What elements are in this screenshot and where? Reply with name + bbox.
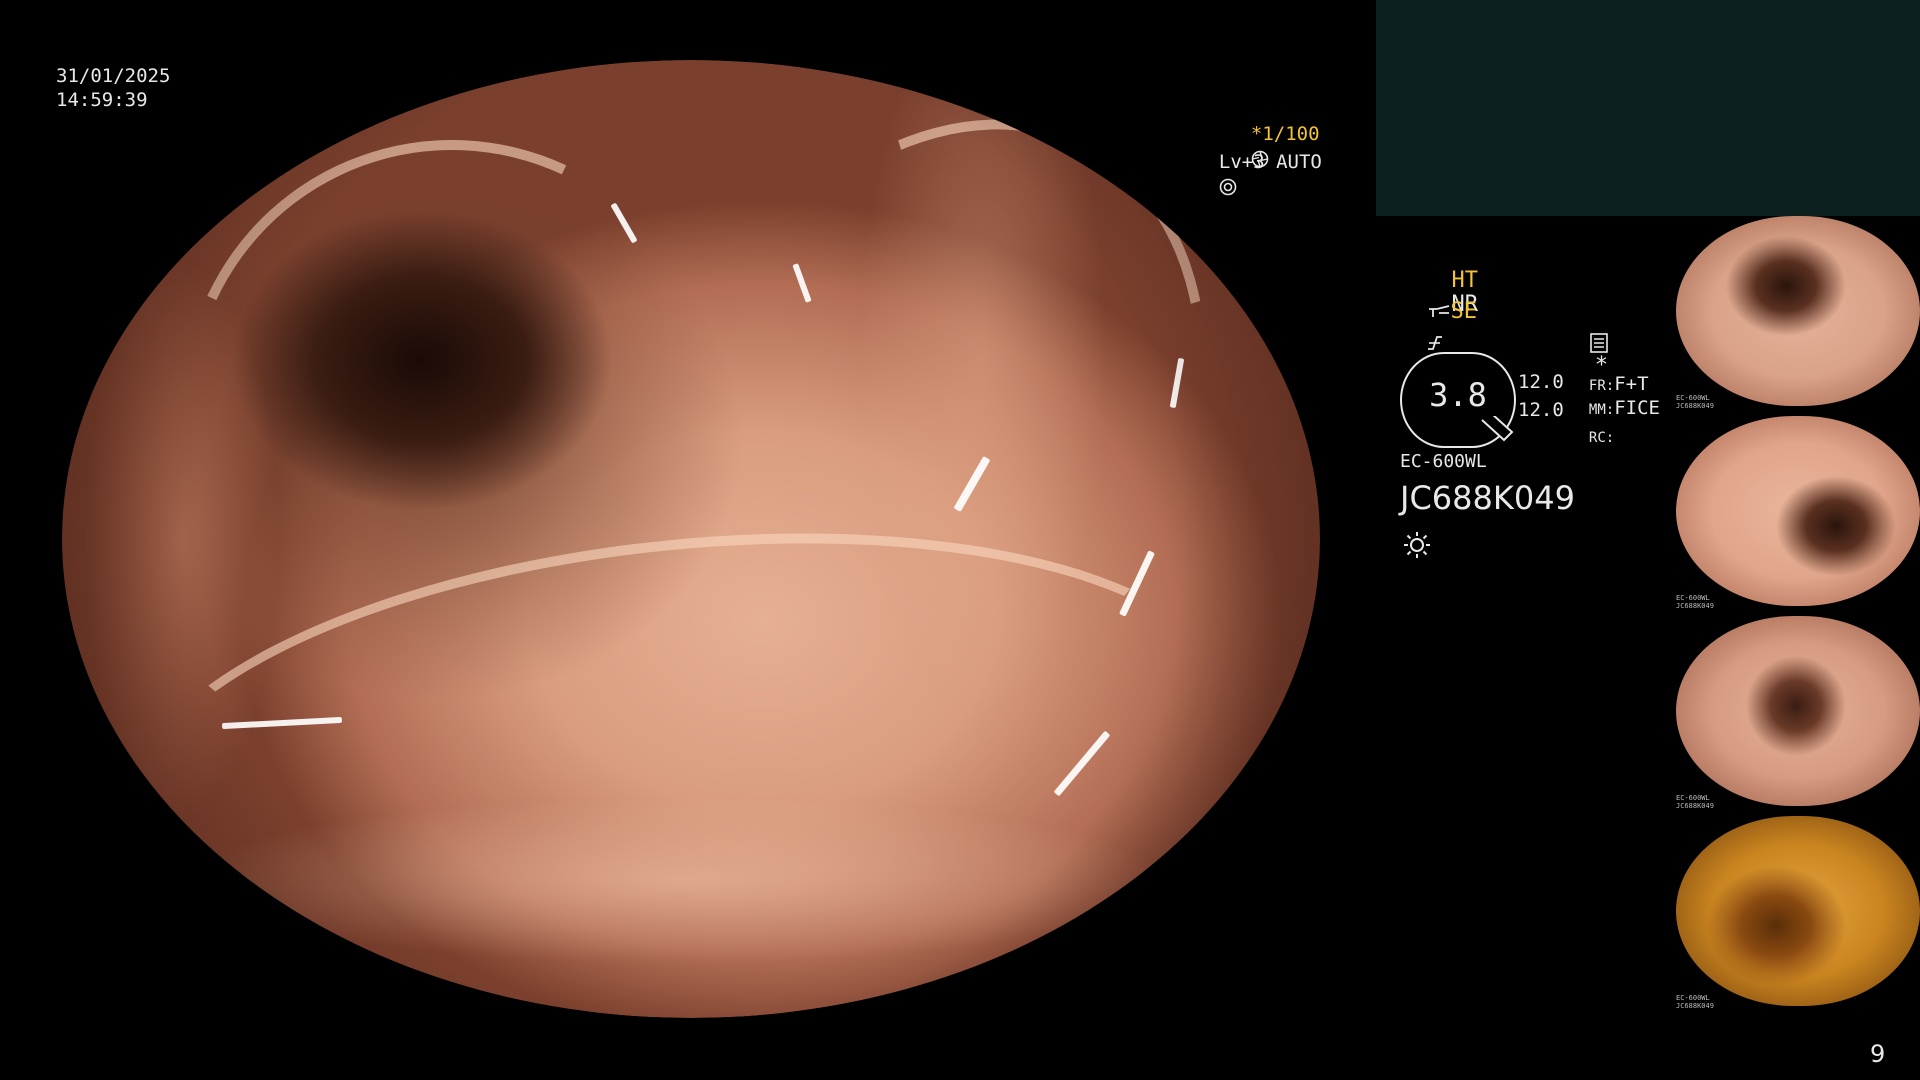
thumbnail-image xyxy=(1676,416,1920,606)
se-flag: SE xyxy=(1450,299,1478,324)
scope-serial: JC688K049 xyxy=(1400,479,1575,517)
mucosal-fold xyxy=(102,482,1262,1018)
thumbnail-4[interactable]: EC-600WL JC688K049 xyxy=(1672,816,1920,1012)
specular-highlight xyxy=(792,263,812,303)
exposure-level: Lv+3 AUTO xyxy=(1218,151,1322,173)
specular-highlight xyxy=(1053,730,1111,797)
zoom-indicator: 3.8 xyxy=(1400,352,1516,448)
value-b: 12.0 xyxy=(1518,399,1564,421)
thumbnail-image xyxy=(1676,816,1920,1006)
info-panel xyxy=(1376,0,1920,216)
endoscope-view xyxy=(62,60,1320,1018)
iris-icon xyxy=(1219,178,1237,195)
thumbnail-3[interactable]: EC-600WL JC688K049 xyxy=(1672,616,1920,812)
thumbnail-caption: EC-600WL JC688K049 xyxy=(1676,994,1714,1010)
specular-highlight xyxy=(610,202,638,244)
date-label: 31/01/2025 xyxy=(56,65,171,87)
thumbnail-caption: EC-600WL JC688K049 xyxy=(1676,794,1714,810)
specular-highlight xyxy=(1169,357,1185,409)
scope-model: EC-600WL xyxy=(1400,451,1487,472)
thumbnail-2[interactable]: EC-600WL JC688K049 xyxy=(1672,416,1920,612)
specular-highlight xyxy=(221,716,343,730)
mm-value: FICE xyxy=(1614,397,1660,419)
specular-highlight xyxy=(1119,550,1155,617)
zoom-value: 3.8 xyxy=(1429,376,1487,414)
zoom-handle-icon xyxy=(1481,416,1514,442)
page-number: 9 xyxy=(1870,1040,1886,1068)
rc-label: RC: xyxy=(1588,430,1615,446)
thumbnail-caption: EC-600WL JC688K049 xyxy=(1676,594,1714,610)
light-source-icon xyxy=(1404,532,1430,558)
time-label: 14:59:39 xyxy=(56,89,148,111)
exposure-level-readout: Lv+3 AUTO xyxy=(1196,126,1322,198)
thumbnail-caption: EC-600WL JC688K049 xyxy=(1676,394,1714,410)
mucosal-fold xyxy=(105,63,799,757)
rc-setting: RC: xyxy=(1566,400,1614,450)
thumbnail-image xyxy=(1676,216,1920,406)
contrast-icon xyxy=(1427,335,1442,350)
value-a: 12.0 xyxy=(1518,371,1564,393)
specular-highlight xyxy=(953,456,991,512)
contrast-setting xyxy=(1402,306,1445,354)
thumbnail-1[interactable]: EC-600WL JC688K049 xyxy=(1672,216,1920,412)
thumbnail-image xyxy=(1676,616,1920,806)
